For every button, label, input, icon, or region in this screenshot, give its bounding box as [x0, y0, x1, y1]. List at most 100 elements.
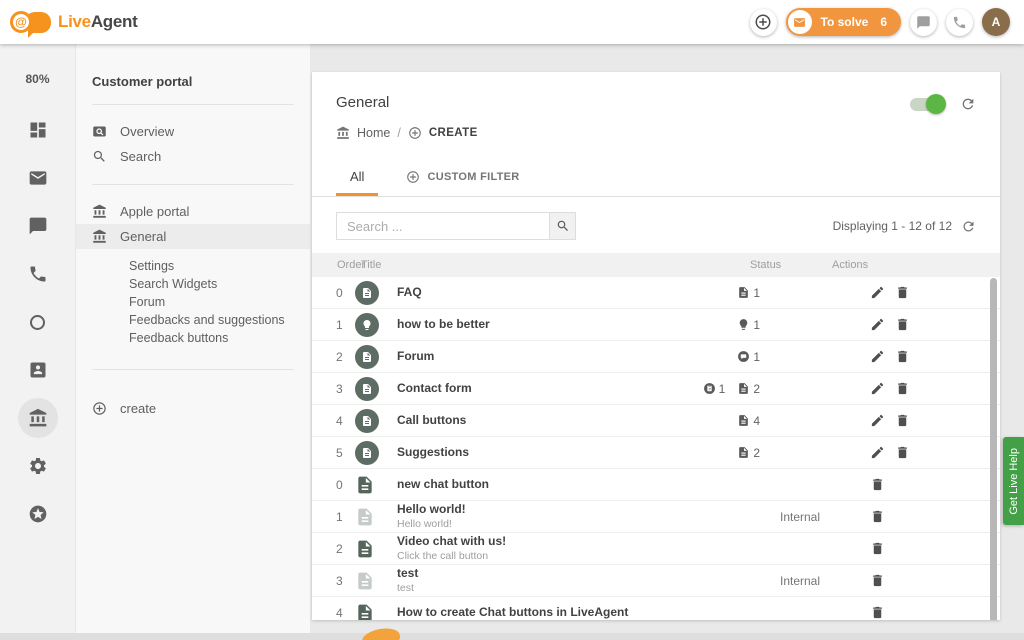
article-count-icon [737, 446, 750, 459]
rail-item-calls[interactable] [14, 250, 62, 298]
displaying-count: Displaying 1 - 12 of 12 [833, 219, 952, 233]
add-new-button[interactable] [750, 9, 777, 36]
column-actions: Actions [832, 259, 868, 271]
portal-active-toggle[interactable] [910, 98, 944, 111]
article-circle-icon [355, 409, 379, 433]
phone-icon [952, 15, 967, 30]
article-circle-icon [355, 377, 379, 401]
rail-item-contacts[interactable] [14, 346, 62, 394]
table-scrollbar[interactable] [990, 278, 997, 620]
add-circle-icon [406, 170, 420, 184]
status-label: Internal [760, 574, 870, 588]
tab-custom-filter[interactable]: CUSTOM FILTER [392, 160, 533, 196]
edit-button[interactable] [870, 381, 885, 396]
delete-button[interactable] [870, 509, 885, 524]
sidebar-item-apple-portal[interactable]: Apple portal [76, 199, 310, 224]
tab-all[interactable]: All [336, 160, 378, 196]
add-circle-icon [408, 126, 422, 140]
document-icon [355, 507, 388, 527]
breadcrumb-home-link[interactable]: Home [357, 126, 390, 140]
delete-button[interactable] [895, 445, 910, 460]
bulb-count-icon [737, 318, 750, 331]
delete-button[interactable] [895, 413, 910, 428]
table-row[interactable]: 1 how to be better 1 [312, 309, 1000, 341]
star-circle-icon [28, 504, 48, 524]
edit-button[interactable] [870, 413, 885, 428]
phone-icon [28, 264, 48, 284]
to-solve-label: To solve [821, 15, 869, 29]
logo-word-live: Live [58, 12, 91, 31]
edit-button[interactable] [870, 285, 885, 300]
article-count-icon [737, 382, 750, 395]
capacity-indicator[interactable]: 80% [25, 72, 49, 106]
table-body: 0 FAQ 1 1 how to be better 1 [312, 277, 1000, 620]
rail-item-dashboard[interactable] [14, 106, 62, 154]
delete-button[interactable] [895, 317, 910, 332]
article-count-icon [737, 286, 750, 299]
table-row[interactable]: 1 Hello world! Hello world! Internal [312, 501, 1000, 533]
sidebar-subitem-settings[interactable]: Settings [76, 257, 310, 275]
calls-button[interactable] [946, 9, 973, 36]
delete-button[interactable] [895, 285, 910, 300]
article-count-icon [737, 414, 750, 427]
avatar[interactable]: A [982, 8, 1010, 36]
article-circle-icon [355, 281, 379, 305]
add-circle-icon [92, 401, 107, 416]
sidebar-item-general[interactable]: General [76, 224, 310, 249]
table-row[interactable]: 4 Call buttons 4 [312, 405, 1000, 437]
rail-item-automation[interactable] [14, 298, 62, 346]
table-row[interactable]: 3 test test Internal [312, 565, 1000, 597]
table-row[interactable]: 0 FAQ 1 [312, 277, 1000, 309]
refresh-icon[interactable] [961, 219, 976, 234]
get-live-help-button[interactable]: Get Live Help [1003, 437, 1024, 525]
rail-item-upgrade[interactable] [14, 490, 62, 538]
table-row[interactable]: 2 Video chat with us! Click the call but… [312, 533, 1000, 565]
delete-button[interactable] [870, 573, 885, 588]
sidebar-item-search[interactable]: Search [76, 144, 310, 169]
delete-button[interactable] [870, 605, 885, 620]
bank-icon [92, 229, 107, 244]
sidebar-subitem-search-widgets[interactable]: Search Widgets [76, 275, 310, 293]
sidebar-subitem-feedbacks[interactable]: Feedbacks and suggestions [76, 311, 310, 329]
dashboard-icon [28, 120, 48, 140]
breadcrumb-create-link[interactable]: CREATE [429, 127, 478, 139]
delete-button[interactable] [870, 477, 885, 492]
refresh-icon[interactable] [960, 96, 976, 112]
chats-button[interactable] [910, 9, 937, 36]
table-row[interactable]: 2 Forum 1 [312, 341, 1000, 373]
search-input[interactable] [336, 212, 549, 240]
sidebar-item-create[interactable]: create [76, 396, 310, 421]
document-icon [355, 475, 388, 495]
mail-icon [28, 168, 48, 188]
rail-item-settings[interactable] [14, 442, 62, 490]
page-title: General [336, 94, 976, 111]
sidebar-item-overview[interactable]: Overview [76, 119, 310, 144]
rail-item-chats[interactable] [14, 202, 62, 250]
table-row[interactable]: 3 Contact form 1 2 [312, 373, 1000, 405]
liveagent-logo: @ LiveAgent [10, 11, 138, 33]
table-row[interactable]: 0 new chat button [312, 469, 1000, 501]
delete-button[interactable] [870, 541, 885, 556]
article-circle-icon [355, 345, 379, 369]
table-row[interactable]: 4 How to create Chat buttons in LiveAgen… [312, 597, 1000, 620]
logo-word-agent: Agent [91, 12, 138, 31]
document-icon [355, 603, 388, 621]
to-solve-button[interactable]: To solve 6 [786, 8, 901, 36]
bank-icon [28, 408, 48, 428]
rail-item-customer-portal[interactable] [18, 398, 58, 438]
chat-icon [28, 216, 48, 236]
delete-button[interactable] [895, 349, 910, 364]
edit-button[interactable] [870, 445, 885, 460]
customer-portal-sidebar: Customer portal Overview Search Apple po… [76, 44, 310, 640]
rail-item-tickets[interactable] [14, 154, 62, 202]
edit-button[interactable] [870, 317, 885, 332]
bank-icon [336, 126, 350, 140]
search-button[interactable] [549, 212, 576, 240]
sidebar-subitem-forum[interactable]: Forum [76, 293, 310, 311]
chat-icon [916, 15, 931, 30]
pageview-icon [92, 124, 107, 139]
sidebar-subitem-feedback-buttons[interactable]: Feedback buttons [76, 329, 310, 347]
delete-button[interactable] [895, 381, 910, 396]
table-row[interactable]: 5 Suggestions 2 [312, 437, 1000, 469]
edit-button[interactable] [870, 349, 885, 364]
